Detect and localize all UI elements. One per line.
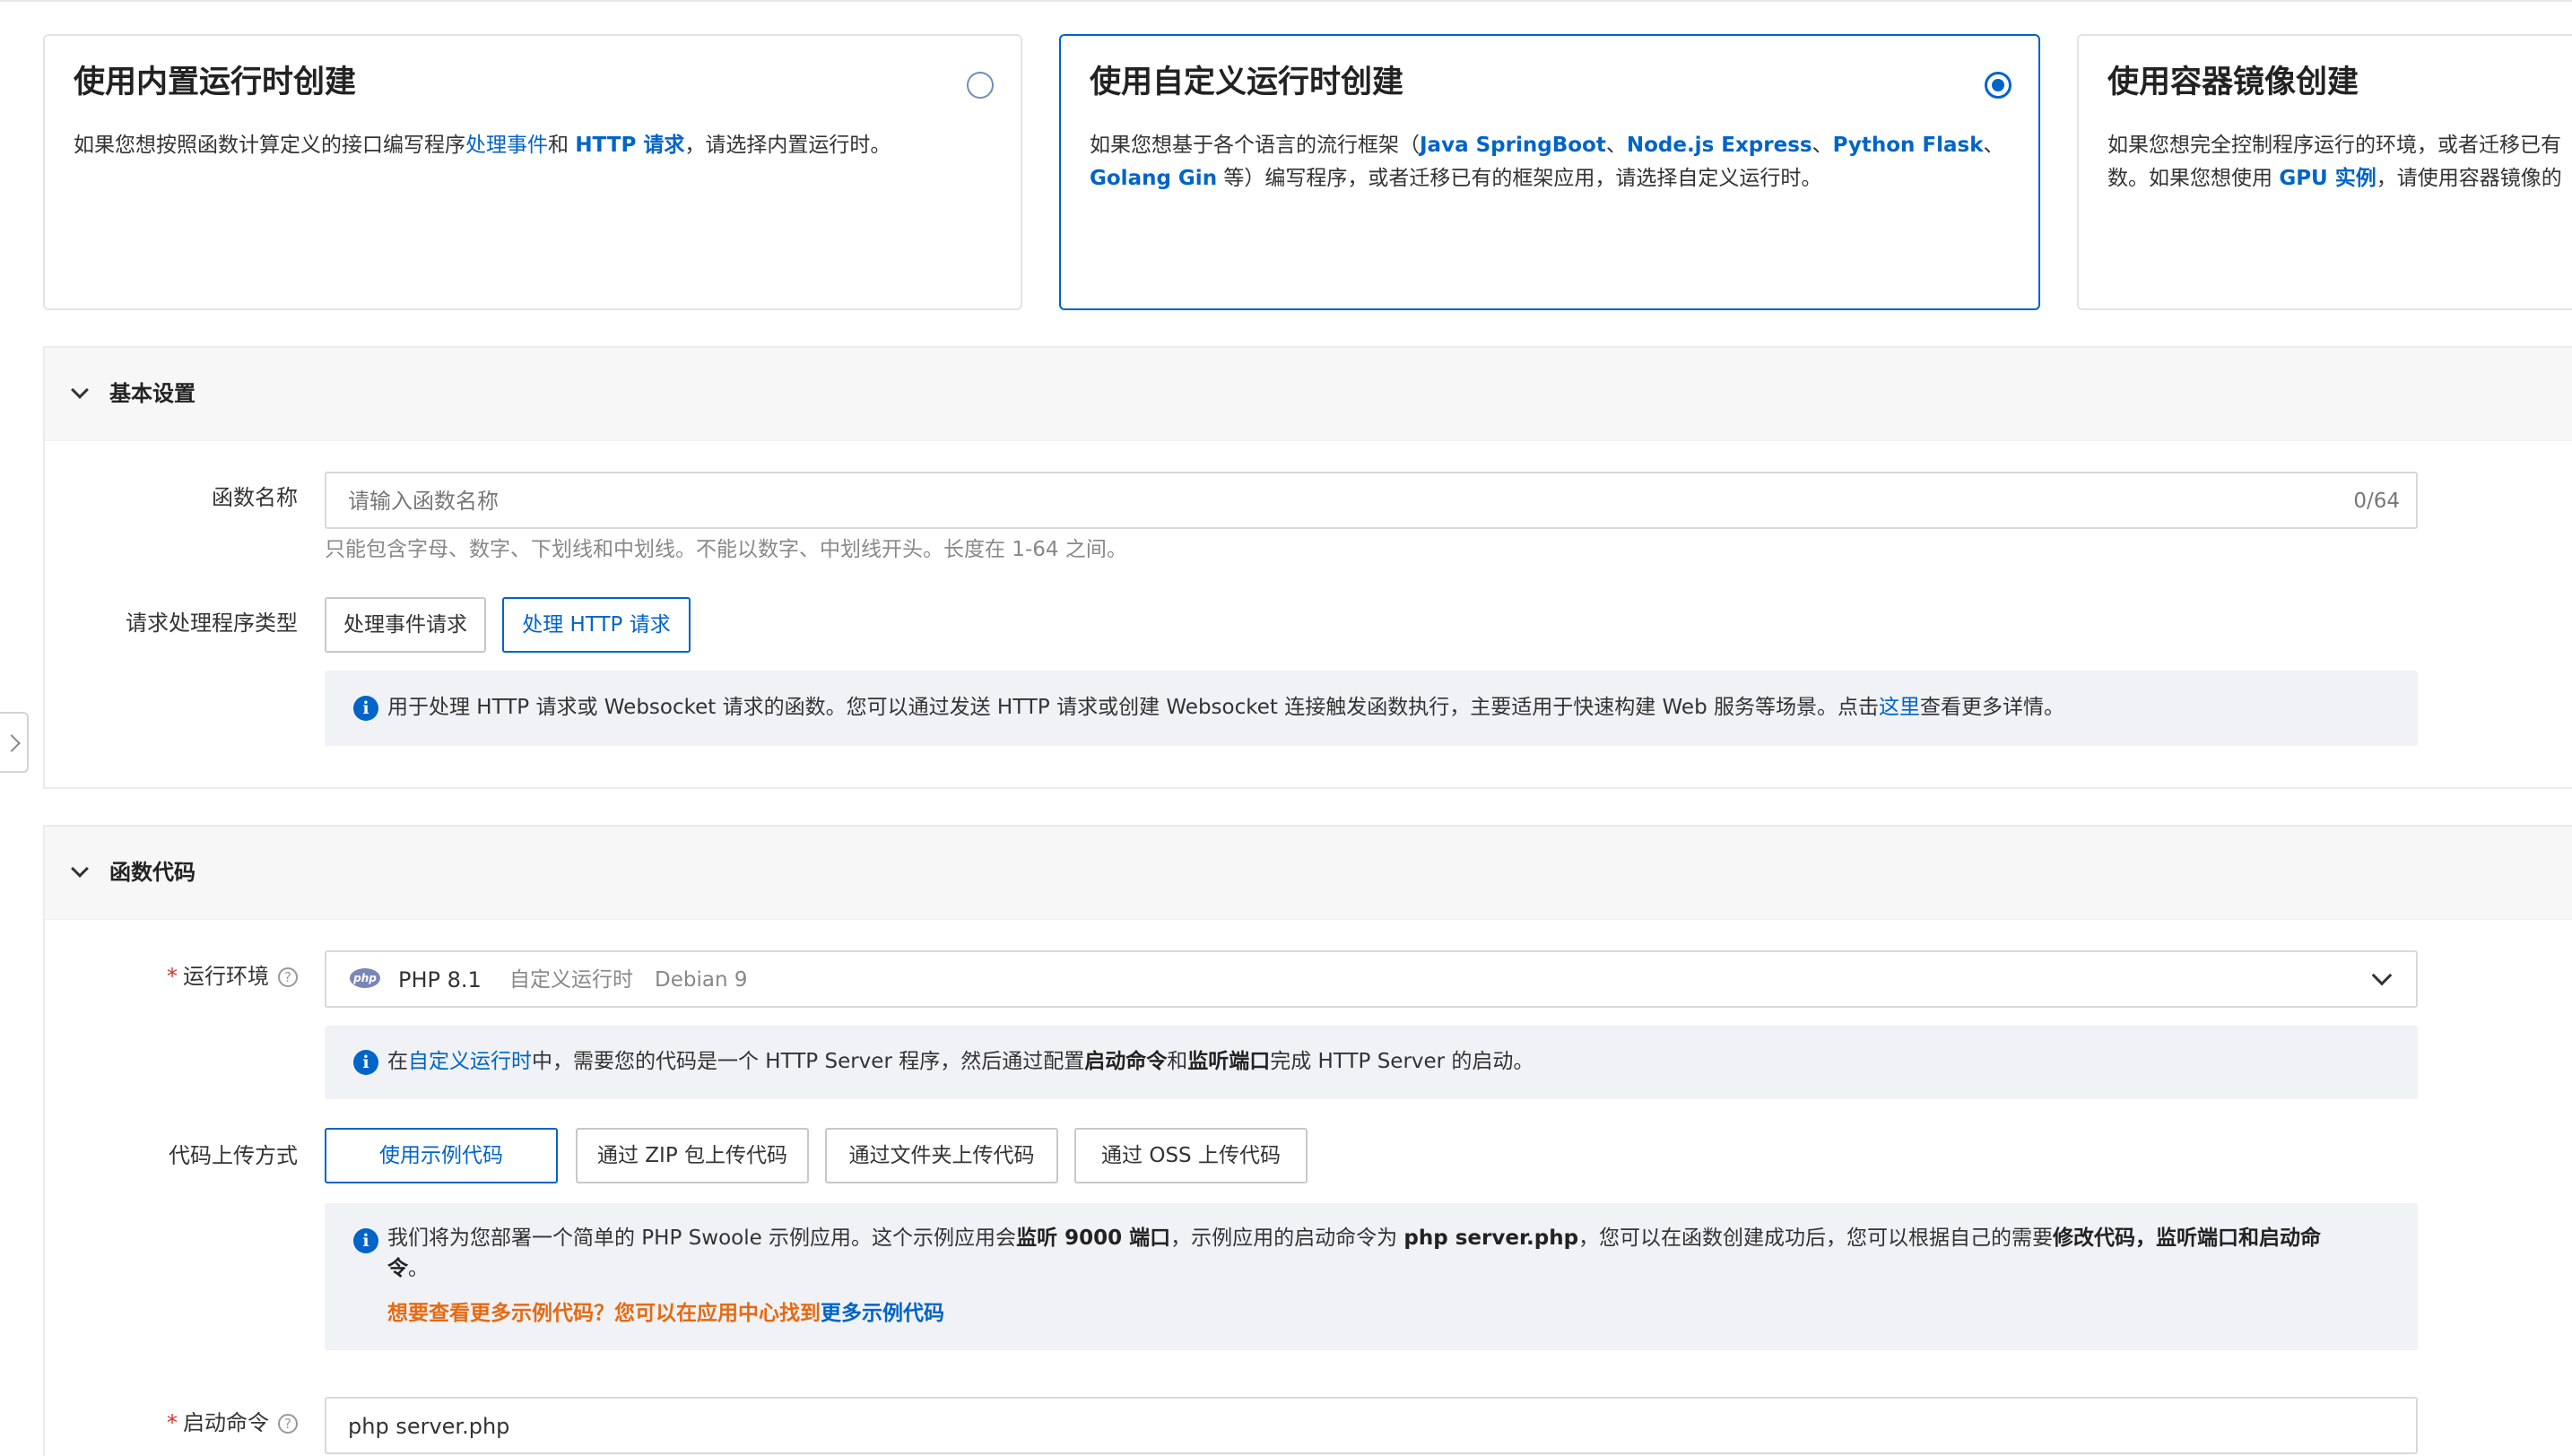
chevron-down-icon[interactable]	[71, 381, 89, 399]
desc-text: ，请选择内置运行时。	[684, 134, 891, 157]
notice-text-part: 和	[1167, 1050, 1188, 1073]
upload-folder-button[interactable]: 通过文件夹上传代码	[825, 1128, 1058, 1183]
desc-text: 、	[1812, 134, 1833, 157]
start-command-label: * 启动命令?	[117, 1408, 298, 1438]
handler-http-button[interactable]: 处理 HTTP 请求	[502, 597, 691, 653]
runtime-card-builtin[interactable]: 使用内置运行时创建 如果您想按照函数计算定义的接口编写程序处理事件和 HTTP …	[43, 34, 1022, 310]
runtime-card-custom[interactable]: 使用自定义运行时创建 如果您想基于各个语言的流行框架（Java SpringBo…	[1059, 34, 2040, 310]
desc-text: 如果您想按照函数计算定义的接口编写程序	[74, 134, 465, 157]
php-logo-icon: php	[350, 968, 380, 988]
notice-bold: 修改代码，监听端口和启动命	[2053, 1226, 2322, 1250]
chevron-down-icon[interactable]	[2371, 965, 2393, 986]
basic-settings-section: 基本设置 函数名称 请输入函数名称 0/64 只能包含字母、数字、下划线和中划线…	[43, 346, 2572, 789]
notice-bold: 监听端口	[1187, 1050, 1271, 1073]
top-divider	[0, 0, 2572, 2]
link-nodejs-express[interactable]: Node.js Express	[1627, 134, 1812, 157]
card-description: 如果您想按照函数计算定义的接口编写程序处理事件和 HTTP 请求，请选择内置运行…	[74, 129, 992, 162]
card-description: 如果您想完全控制程序运行的环境，或者迁移已有 数。如果您想使用 GPU 实例，请…	[2107, 129, 2572, 195]
notice-bold: php server.php	[1403, 1226, 1579, 1250]
sidebar-expand-handle[interactable]	[0, 712, 29, 773]
notice-text-part: 在	[387, 1050, 408, 1073]
section-title: 基本设置	[109, 381, 196, 406]
input-placeholder: 请输入函数名称	[348, 489, 499, 514]
info-icon: i	[353, 696, 378, 721]
link-more-details[interactable]: 这里	[1879, 696, 1920, 719]
upload-method-label: 代码上传方式	[169, 1143, 298, 1168]
runtime-card-container[interactable]: 使用容器镜像创建 如果您想完全控制程序运行的环境，或者迁移已有 数。如果您想使用…	[2077, 34, 2572, 310]
runtime-type: 自定义运行时	[509, 968, 633, 992]
more-samples-text: 想要查看更多示例代码？您可以在应用中心找到	[387, 1302, 821, 1325]
runtime-label-text: 运行环境	[183, 964, 269, 989]
section-header[interactable]: 基本设置	[45, 348, 2572, 441]
function-code-section: 函数代码 * 运行环境? php PHP 8.1 自定义运行时 Debian 9 …	[43, 825, 2572, 1456]
link-http-request[interactable]: HTTP 请求	[575, 134, 684, 157]
upload-sample-button[interactable]: 使用示例代码	[325, 1128, 558, 1183]
notice-text: 用于处理 HTTP 请求或 Websocket 请求的函数。您可以通过发送 HT…	[387, 692, 2382, 723]
notice-text-part: 查看更多详情。	[1920, 696, 2064, 719]
card-description: 如果您想基于各个语言的流行框架（Java SpringBoot、Node.js …	[1090, 129, 2010, 195]
runtime-select[interactable]: php PHP 8.1 自定义运行时 Debian 9	[325, 950, 2418, 1008]
link-python-flask[interactable]: Python Flask	[1833, 134, 1984, 157]
notice-text-part: ，示例应用的启动命令为	[1170, 1226, 1404, 1250]
link-java-springboot[interactable]: Java SpringBoot	[1420, 134, 1606, 157]
handler-type-label: 请求处理程序类型	[126, 611, 298, 636]
notice-text-part: 完成 HTTP Server 的启动。	[1270, 1050, 1534, 1073]
sample-code-notice: i 我们将为您部署一个简单的 PHP Swoole 示例应用。这个示例应用会监听…	[325, 1203, 2418, 1350]
link-more-samples[interactable]: 更多示例代码	[821, 1302, 944, 1325]
runtime-label: * 运行环境?	[117, 961, 298, 992]
desc-text: 、	[1605, 134, 1627, 157]
desc-text: 和	[548, 134, 576, 157]
required-marker: *	[167, 1410, 178, 1435]
notice-bold: 令	[387, 1257, 408, 1280]
info-icon: i	[353, 1228, 378, 1253]
info-icon: i	[353, 1050, 378, 1075]
char-counter: 0/64	[2353, 490, 2400, 513]
notice-text-part: ，您可以在函数创建成功后，您可以根据自己的需要	[1578, 1226, 2054, 1250]
runtime-name: PHP 8.1	[398, 967, 482, 992]
notice-text: 我们将为您部署一个简单的 PHP Swoole 示例应用。这个示例应用会监听 9…	[387, 1223, 2382, 1329]
link-golang-gin[interactable]: Golang Gin	[1090, 167, 1217, 190]
notice-bold: 启动命令	[1084, 1050, 1168, 1073]
section-title: 函数代码	[109, 860, 196, 885]
help-icon[interactable]: ?	[278, 1414, 298, 1434]
function-name-input[interactable]: 请输入函数名称 0/64	[325, 472, 2418, 529]
desc-text: 数。如果您想使用	[2107, 167, 2280, 190]
link-custom-runtime[interactable]: 自定义运行时	[408, 1050, 532, 1073]
notice-text-part: 中，需要您的代码是一个 HTTP Server 程序，然后通过配置	[532, 1050, 1085, 1073]
link-gpu-instance[interactable]: GPU 实例	[2279, 167, 2376, 190]
handler-event-button[interactable]: 处理事件请求	[325, 597, 486, 653]
desc-text: 、	[1983, 134, 2004, 157]
notice-text-part: 用于处理 HTTP 请求或 Websocket 请求的函数。您可以通过发送 HT…	[387, 696, 1879, 719]
notice-bold: 监听 9000 端口	[1016, 1226, 1171, 1250]
link-event-handler[interactable]: 处理事件	[465, 134, 548, 157]
start-command-label-text: 启动命令	[183, 1410, 269, 1435]
input-value: php server.php	[348, 1414, 510, 1439]
required-marker: *	[167, 964, 178, 989]
notice-text-part: 。	[408, 1257, 429, 1280]
desc-text: 如果您想基于各个语言的流行框架（	[1090, 134, 1420, 157]
notice-text: 在自定义运行时中，需要您的代码是一个 HTTP Server 程序，然后通过配置…	[387, 1046, 2382, 1077]
desc-text: 等）编写程序，或者迁移已有的框架应用，请选择自定义运行时。	[1217, 167, 1822, 190]
help-icon[interactable]: ?	[278, 967, 298, 987]
function-name-hint: 只能包含字母、数字、下划线和中划线。不能以数字、中划线开头。长度在 1-64 之…	[325, 538, 1127, 561]
handler-info-notice: i 用于处理 HTTP 请求或 Websocket 请求的函数。您可以通过发送 …	[325, 671, 2418, 746]
desc-text: 如果您想完全控制程序运行的环境，或者迁移已有	[2107, 134, 2561, 157]
card-title: 使用自定义运行时创建	[1090, 65, 1404, 100]
notice-text-part: 我们将为您部署一个简单的 PHP Swoole 示例应用。这个示例应用会	[387, 1226, 1017, 1250]
card-title: 使用内置运行时创建	[74, 65, 357, 100]
start-command-input[interactable]: php server.php	[325, 1397, 2418, 1454]
chevron-down-icon[interactable]	[71, 860, 89, 878]
function-name-label: 函数名称	[212, 485, 298, 510]
radio-custom[interactable]	[1985, 72, 2012, 99]
radio-builtin[interactable]	[967, 72, 994, 99]
upload-oss-button[interactable]: 通过 OSS 上传代码	[1074, 1128, 1308, 1183]
desc-text: ，请使用容器镜像的	[2376, 167, 2562, 190]
card-title: 使用容器镜像创建	[2107, 65, 2359, 100]
runtime-info-notice: i 在自定义运行时中，需要您的代码是一个 HTTP Server 程序，然后通过…	[325, 1026, 2418, 1099]
runtime-os: Debian 9	[655, 968, 748, 992]
section-header[interactable]: 函数代码	[45, 827, 2572, 920]
upload-zip-button[interactable]: 通过 ZIP 包上传代码	[576, 1128, 809, 1183]
